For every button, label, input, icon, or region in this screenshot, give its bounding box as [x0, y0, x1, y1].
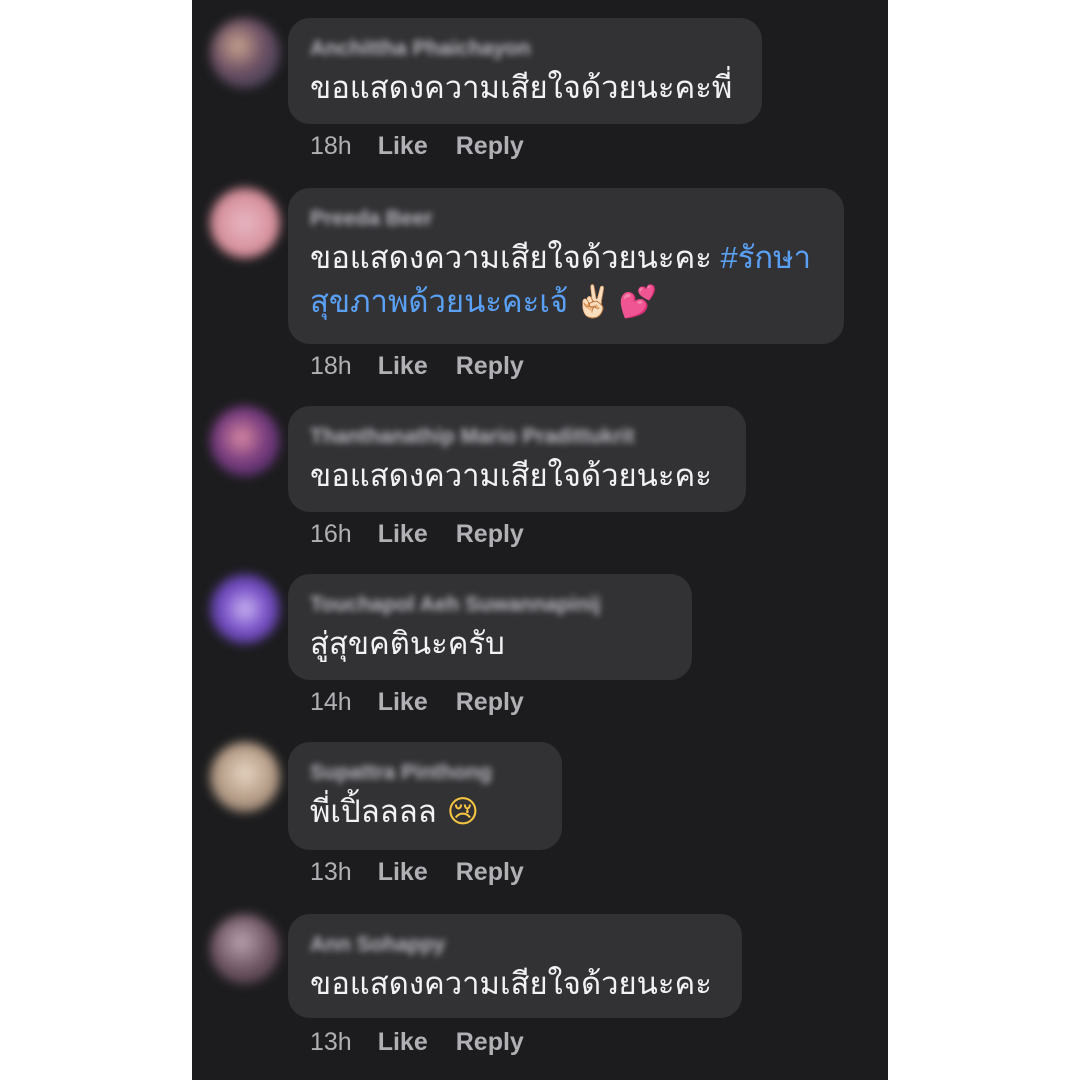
- avatar[interactable]: [210, 188, 280, 258]
- comment-bubble: Ann Sohappy ขอแสดงความเสียใจด้วยนะคะ: [288, 914, 742, 1018]
- reply-button[interactable]: Reply: [456, 1028, 524, 1057]
- comment-author[interactable]: Touchapol Aeh Suwannapinij: [310, 588, 672, 622]
- comment-actions: 18h Like Reply: [310, 132, 552, 161]
- comment-text: ขอแสดงความเสียใจด้วยนะคะ: [310, 458, 712, 493]
- avatar[interactable]: [210, 18, 280, 88]
- comment-text: ขอแสดงความเสียใจด้วยนะคะ: [310, 966, 712, 1001]
- comment-text: สุขภาพด้วยนะคะเจ้ ✌🏻 💕: [310, 280, 824, 324]
- reply-button[interactable]: Reply: [456, 688, 524, 717]
- comment-text-line: ขอแสดงความเสียใจด้วยนะคะ: [310, 240, 712, 275]
- comment-actions: 18h Like Reply: [310, 352, 552, 381]
- reply-button[interactable]: Reply: [456, 352, 524, 381]
- comment-timestamp: 18h: [310, 132, 352, 160]
- like-button[interactable]: Like: [378, 1028, 428, 1057]
- comment-timestamp: 13h: [310, 858, 352, 886]
- like-button[interactable]: Like: [378, 132, 428, 161]
- comment-actions: 13h Like Reply: [310, 858, 552, 887]
- like-button[interactable]: Like: [378, 858, 428, 887]
- comment-author[interactable]: Anchittha Phaichayon: [310, 32, 742, 66]
- crying-face-emoji-icon: 😢: [446, 794, 480, 830]
- avatar[interactable]: [210, 574, 280, 644]
- comment-timestamp: 18h: [310, 352, 352, 380]
- avatar[interactable]: [210, 406, 280, 476]
- comment-timestamp: 14h: [310, 688, 352, 716]
- comment-text: สู่สุขคตินะครับ: [310, 626, 505, 661]
- comment-author[interactable]: Supattra Pinthong: [310, 756, 542, 790]
- hashtag-link[interactable]: สุขภาพด้วยนะคะเจ้: [310, 284, 568, 319]
- comment-timestamp: 16h: [310, 520, 352, 548]
- comment-author[interactable]: Ann Sohappy: [310, 928, 722, 962]
- reply-button[interactable]: Reply: [456, 858, 524, 887]
- comment-text-line: พี่เปิ้ลลลล: [310, 794, 437, 829]
- like-button[interactable]: Like: [378, 352, 428, 381]
- avatar[interactable]: [210, 914, 280, 984]
- comment-bubble: Anchittha Phaichayon ขอแสดงความเสียใจด้ว…: [288, 18, 762, 124]
- two-hearts-emoji-icon: 💕: [618, 284, 658, 320]
- comment-bubble: Touchapol Aeh Suwannapinij สู่สุขคตินะคร…: [288, 574, 692, 680]
- comment-actions: 14h Like Reply: [310, 688, 552, 717]
- comment-bubble: Preeda Beer ขอแสดงความเสียใจด้วยนะคะ #รั…: [288, 188, 844, 344]
- comment-actions: 16h Like Reply: [310, 520, 552, 549]
- comment-bubble: Supattra Pinthong พี่เปิ้ลลลล 😢: [288, 742, 562, 850]
- comment-bubble: Thanthanathip Mario Pradittukrit ขอแสดงค…: [288, 406, 746, 512]
- comments-screen: Anchittha Phaichayon ขอแสดงความเสียใจด้ว…: [192, 0, 888, 1080]
- comment-text: พี่เปิ้ลลลล 😢: [310, 790, 542, 834]
- comment-author[interactable]: Thanthanathip Mario Pradittukrit: [310, 420, 726, 454]
- reply-button[interactable]: Reply: [456, 132, 524, 161]
- hashtag-link[interactable]: #รักษา: [721, 240, 812, 275]
- victory-hand-emoji-icon: ✌🏻: [574, 284, 613, 320]
- comment-text: ขอแสดงความเสียใจด้วยนะคะ #รักษา: [310, 236, 824, 280]
- comment-timestamp: 13h: [310, 1028, 352, 1056]
- avatar[interactable]: [210, 742, 280, 812]
- comment-text: ขอแสดงความเสียใจด้วยนะคะพี่: [310, 70, 733, 105]
- reply-button[interactable]: Reply: [456, 520, 524, 549]
- like-button[interactable]: Like: [378, 688, 428, 717]
- comment-author[interactable]: Preeda Beer: [310, 202, 824, 236]
- comment-actions: 13h Like Reply: [310, 1028, 552, 1057]
- like-button[interactable]: Like: [378, 520, 428, 549]
